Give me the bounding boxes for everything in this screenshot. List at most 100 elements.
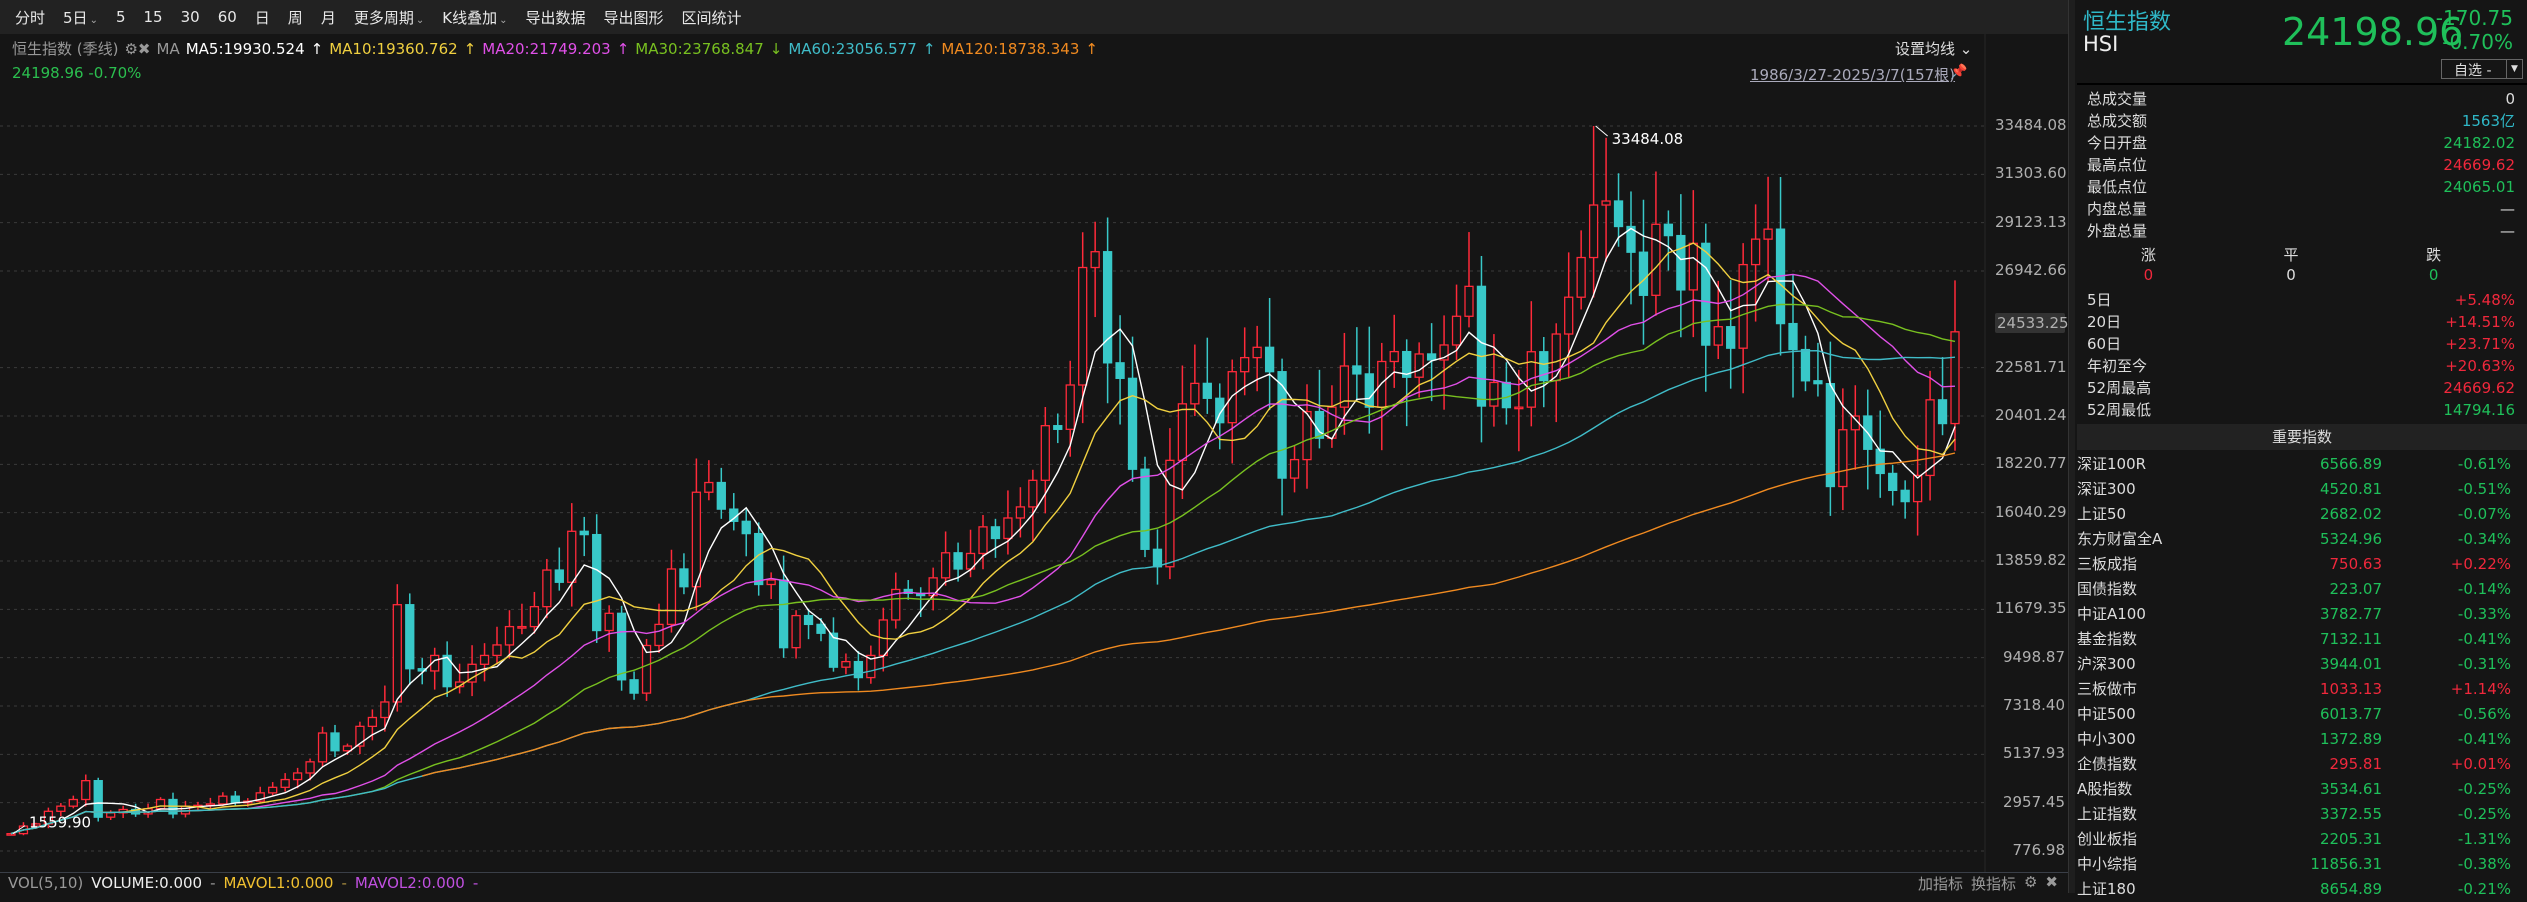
- candle-up: [1377, 360, 1387, 408]
- toolbar-item[interactable]: 分时: [6, 7, 54, 28]
- toolbar-item[interactable]: 60: [209, 8, 246, 26]
- y-tick-label: 7318.40: [2002, 696, 2065, 714]
- vol-volume: VOLUME:0.000: [91, 874, 203, 892]
- candle-down: [1663, 223, 1674, 237]
- index-row[interactable]: 沪深300 3944.01 -0.31%: [2077, 652, 2527, 677]
- toolbar-item[interactable]: 30: [172, 8, 209, 26]
- toolbar-item-label: 60: [217, 8, 237, 26]
- toolbar-item[interactable]: 导出图形: [594, 7, 672, 28]
- index-row-name: 中小综指: [2077, 855, 2138, 873]
- candle-up: [1588, 204, 1599, 259]
- index-row-value: 3372.55: [2319, 805, 2382, 823]
- toolbar-item[interactable]: 5: [107, 8, 135, 26]
- candle-up: [1925, 399, 1935, 477]
- toolbar-item[interactable]: K线叠加 ⌄: [433, 7, 516, 28]
- close-icon[interactable]: ✖: [2045, 873, 2058, 894]
- candle-up: [1551, 333, 1561, 382]
- candle-up: [517, 625, 527, 629]
- toolbar-item-label: 导出图形: [603, 8, 664, 27]
- toolbar-item[interactable]: 导出数据: [516, 7, 594, 28]
- toolbar-item[interactable]: 15: [135, 8, 172, 26]
- index-row[interactable]: 东方财富全A 5324.96 -0.34%: [2077, 527, 2527, 552]
- index-row[interactable]: 中小综指 11856.31 -0.38%: [2077, 852, 2527, 877]
- candle-up: [380, 701, 390, 719]
- index-row[interactable]: 上证指数 3372.55 -0.25%: [2077, 802, 2527, 827]
- toolbar-item-label: 更多周期: [353, 8, 414, 27]
- candlestick-chart[interactable]: 33484.08 1559.90: [0, 34, 2068, 872]
- toolbar-item-label: 月: [320, 8, 336, 27]
- toolbar-item[interactable]: 区间统计: [673, 7, 751, 28]
- index-row[interactable]: 中证500 6013.77 -0.56%: [2077, 702, 2527, 727]
- index-row[interactable]: 上证180 8654.89 -0.21%: [2077, 877, 2527, 902]
- volume-indicator-bar: VOL(5,10) VOLUME:0.000 - MAVOL1:0.000 - …: [0, 872, 2068, 893]
- perf-label: 52周最高: [2087, 379, 2152, 397]
- chevron-down-icon: ⌄: [89, 14, 98, 26]
- candle-down: [1613, 200, 1624, 228]
- stat-row: 总成交额 1563亿: [2087, 110, 2515, 132]
- index-row[interactable]: 国债指数 223.07 -0.14%: [2077, 577, 2527, 602]
- candle-up: [392, 604, 402, 703]
- index-row-percent: -0.07%: [2457, 505, 2511, 523]
- candle-down: [405, 604, 415, 670]
- toolbar-item[interactable]: 5日 ⌄: [54, 7, 107, 28]
- index-row[interactable]: 中小300 1372.89 -0.41%: [2077, 727, 2527, 752]
- switch-indicator-button[interactable]: 换指标: [1971, 873, 2016, 894]
- candle-up: [791, 614, 801, 649]
- candle-up: [106, 812, 116, 818]
- candle-down: [1726, 326, 1736, 349]
- index-row[interactable]: 创业板指 2205.31 -1.31%: [2077, 827, 2527, 852]
- toolbar-item[interactable]: 周: [279, 7, 312, 28]
- index-row-percent: -0.51%: [2457, 480, 2511, 498]
- index-row-percent: -0.41%: [2457, 730, 2511, 748]
- candle-down: [1788, 322, 1798, 351]
- candle-down: [1277, 371, 1287, 479]
- index-row[interactable]: 企债指数 295.81 +0.01%: [2077, 752, 2527, 777]
- toolbar-item[interactable]: 日: [246, 7, 279, 28]
- index-row-name: 深证300: [2077, 480, 2136, 498]
- crosshair-price-label: 24533.25: [1995, 313, 2069, 334]
- index-row-percent: +0.22%: [2450, 555, 2511, 573]
- index-row[interactable]: 三板做市 1033.13 +1.14%: [2077, 677, 2527, 702]
- stat-row: 最低点位 24065.01: [2087, 176, 2515, 198]
- index-row-value: 6013.77: [2319, 705, 2382, 723]
- panel-divider[interactable]: [2068, 0, 2075, 893]
- perf-label: 60日: [2087, 335, 2122, 353]
- y-tick-label: 9498.87: [2002, 647, 2065, 666]
- candle-up: [1514, 406, 1524, 410]
- index-row[interactable]: 深证300 4520.81 -0.51%: [2077, 477, 2527, 502]
- index-row-value: 8654.89: [2319, 880, 2382, 898]
- stat-value: 24669.62: [2443, 156, 2515, 174]
- index-row-value: 2682.02: [2319, 505, 2382, 523]
- index-row-name: 三板成指: [2077, 555, 2138, 573]
- candle-up: [292, 772, 303, 781]
- candle-up: [1688, 242, 1698, 291]
- down-count: 0: [2428, 266, 2439, 284]
- index-row[interactable]: 上证50 2682.02 -0.07%: [2077, 502, 2527, 527]
- candle-up: [1451, 315, 1462, 346]
- index-row[interactable]: 深证100R 6566.89 -0.61%: [2077, 452, 2527, 477]
- add-indicator-button[interactable]: 加指标: [1918, 873, 1963, 894]
- index-row[interactable]: 基金指数 7132.11 -0.41%: [2077, 627, 2527, 652]
- toolbar-item[interactable]: 月: [312, 7, 345, 28]
- index-row-name: 基金指数: [2077, 630, 2138, 648]
- candle-down: [853, 660, 864, 679]
- candle-up: [1078, 266, 1088, 386]
- index-row[interactable]: A股指数 3534.61 -0.25%: [2077, 777, 2527, 802]
- y-tick-label: 20401.24: [1995, 406, 2067, 424]
- candle-down: [1364, 373, 1374, 408]
- index-row[interactable]: 中证A100 3782.77 -0.33%: [2077, 602, 2527, 627]
- candle-down: [679, 568, 689, 588]
- watchlist-dropdown[interactable]: 自选 - ▼: [2441, 59, 2523, 79]
- gear-icon[interactable]: ⚙: [2024, 873, 2037, 894]
- index-row[interactable]: 三板成指 750.63 +0.22%: [2077, 552, 2527, 577]
- index-row-name: 三板做市: [2077, 680, 2138, 698]
- candle-up: [691, 491, 702, 588]
- perf-value: +14.51%: [2445, 313, 2515, 331]
- stat-value: 24065.01: [2443, 178, 2515, 196]
- y-tick-label: 22581.71: [1995, 357, 2067, 376]
- toolbar-item[interactable]: 更多周期 ⌄: [345, 7, 433, 28]
- toolbar-item-label: 30: [180, 8, 200, 26]
- index-row-name: 东方财富全A: [2077, 530, 2163, 548]
- down-label: 跌: [2426, 246, 2442, 264]
- stat-label: 外盘总量: [2087, 222, 2148, 240]
